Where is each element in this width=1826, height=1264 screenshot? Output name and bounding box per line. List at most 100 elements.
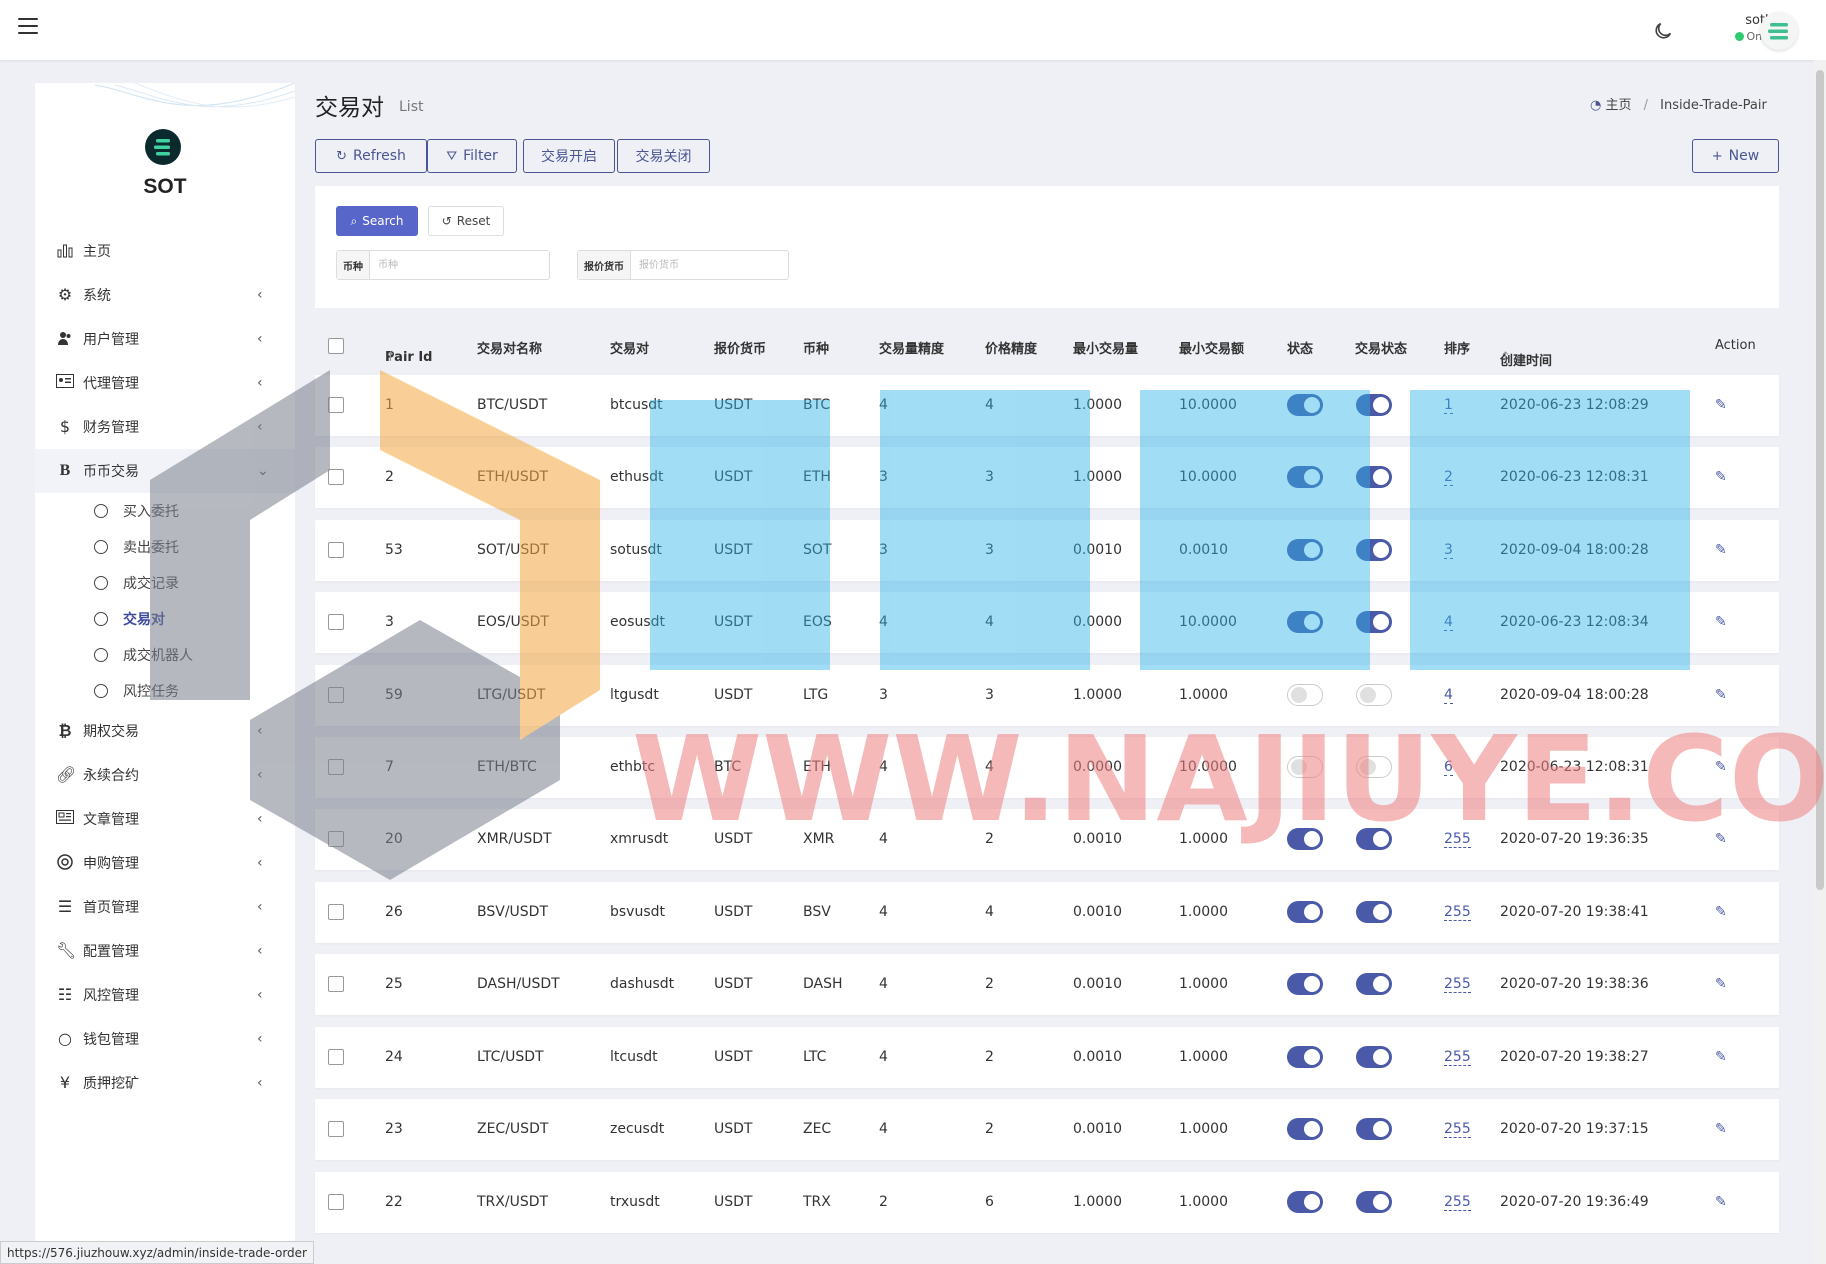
status-toggle[interactable] xyxy=(1287,756,1323,778)
row-checkbox[interactable] xyxy=(328,759,344,775)
sort-editable[interactable]: 255 xyxy=(1444,831,1471,848)
sidebar-item-system[interactable]: ⚙ 系统 ‹ xyxy=(35,273,295,317)
cell-pair-name: BSV/USDT xyxy=(477,904,549,920)
row-checkbox[interactable] xyxy=(328,831,344,847)
sidebar-item-subscription[interactable]: 申购管理 ‹ xyxy=(35,841,295,885)
edit-icon[interactable]: ✎ xyxy=(1715,1194,1727,1210)
sidebar-subitem-trade-records[interactable]: 成交记录 xyxy=(35,565,295,601)
row-checkbox[interactable] xyxy=(328,976,344,992)
refresh-button[interactable]: ↻ Refresh xyxy=(315,139,427,173)
trade-status-toggle[interactable] xyxy=(1356,901,1392,923)
trade-status-toggle[interactable] xyxy=(1356,1118,1392,1140)
row-checkbox[interactable] xyxy=(328,469,344,485)
status-toggle[interactable] xyxy=(1287,394,1323,416)
row-checkbox[interactable] xyxy=(328,1049,344,1065)
status-toggle[interactable] xyxy=(1287,828,1323,850)
edit-icon[interactable]: ✎ xyxy=(1715,759,1727,775)
trade-status-toggle[interactable] xyxy=(1356,466,1392,488)
sidebar-subitem-buy-orders[interactable]: 买入委托 xyxy=(35,493,295,529)
sort-editable[interactable]: 3 xyxy=(1444,542,1453,559)
breadcrumb-home[interactable]: 主页 xyxy=(1605,98,1631,113)
trade-status-toggle[interactable] xyxy=(1356,1046,1392,1068)
edit-icon[interactable]: ✎ xyxy=(1715,614,1727,630)
status-toggle[interactable] xyxy=(1287,901,1323,923)
edit-icon[interactable]: ✎ xyxy=(1715,1121,1727,1137)
trade-status-toggle[interactable] xyxy=(1356,756,1392,778)
trade-status-toggle[interactable] xyxy=(1356,611,1392,633)
sidebar-item-mining[interactable]: ¥ 质押挖矿 ‹ xyxy=(35,1061,295,1105)
sidebar-item-agents[interactable]: 代理管理 ‹ xyxy=(35,361,295,405)
sidebar-item-home[interactable]: 主页 xyxy=(35,229,295,273)
sort-editable[interactable]: 1 xyxy=(1444,397,1453,414)
sidebar-item-homepage[interactable]: ☰ 首页管理 ‹ xyxy=(35,885,295,929)
sidebar-item-finance[interactable]: $ 财务管理 ‹ xyxy=(35,405,295,449)
sort-editable[interactable]: 4 xyxy=(1444,614,1453,631)
row-checkbox[interactable] xyxy=(328,397,344,413)
sidebar-item-risk[interactable]: ☷ 风控管理 ‹ xyxy=(35,973,295,1017)
trade-open-button[interactable]: 交易开启 xyxy=(523,139,615,173)
search-button[interactable]: ⌕ Search xyxy=(336,206,418,236)
sort-editable[interactable]: 255 xyxy=(1444,1049,1471,1066)
sort-editable[interactable]: 2 xyxy=(1444,469,1453,486)
status-toggle[interactable] xyxy=(1287,611,1323,633)
trade-status-toggle[interactable] xyxy=(1356,394,1392,416)
chevron-left-icon: ‹ xyxy=(257,1031,263,1047)
row-checkbox[interactable] xyxy=(328,542,344,558)
row-checkbox[interactable] xyxy=(328,1121,344,1137)
status-toggle[interactable] xyxy=(1287,1046,1323,1068)
sort-editable[interactable]: 255 xyxy=(1444,904,1471,921)
sort-editable[interactable]: 255 xyxy=(1444,1121,1471,1138)
trade-status-toggle[interactable] xyxy=(1356,539,1392,561)
coin-filter-input[interactable] xyxy=(370,251,546,279)
avatar[interactable] xyxy=(1760,12,1798,50)
row-checkbox[interactable] xyxy=(328,904,344,920)
sidebar-item-coin-trade[interactable]: B 币币交易 ⌄ xyxy=(35,449,295,493)
trade-status-toggle[interactable] xyxy=(1356,828,1392,850)
row-checkbox[interactable] xyxy=(328,1194,344,1210)
row-checkbox[interactable] xyxy=(328,614,344,630)
hamburger-menu-icon[interactable] xyxy=(18,18,38,36)
quote-filter-input[interactable] xyxy=(631,251,787,279)
filter-button[interactable]: ⛛ Filter xyxy=(427,139,517,173)
dark-mode-moon-icon[interactable] xyxy=(1652,20,1674,42)
status-toggle[interactable] xyxy=(1287,539,1323,561)
sidebar-subitem-risk-tasks[interactable]: 风控任务 xyxy=(35,673,295,709)
sidebar-item-options[interactable]: ₿ 期权交易 ‹ xyxy=(35,709,295,753)
trade-status-toggle[interactable] xyxy=(1356,1191,1392,1213)
sidebar-item-wallet[interactable]: ○ 钱包管理 ‹ xyxy=(35,1017,295,1061)
status-toggle[interactable] xyxy=(1287,466,1323,488)
sidebar-item-perpetual[interactable]: 🔗︎ 永续合约 ‹ xyxy=(35,753,295,797)
sidebar-subitem-sell-orders[interactable]: 卖出委托 xyxy=(35,529,295,565)
edit-icon[interactable]: ✎ xyxy=(1715,687,1727,703)
scrollbar-thumb[interactable] xyxy=(1816,70,1824,890)
trade-status-toggle[interactable] xyxy=(1356,973,1392,995)
sidebar-item-config[interactable]: 🔧︎ 配置管理 ‹ xyxy=(35,929,295,973)
edit-icon[interactable]: ✎ xyxy=(1715,1049,1727,1065)
edit-icon[interactable]: ✎ xyxy=(1715,976,1727,992)
edit-icon[interactable]: ✎ xyxy=(1715,542,1727,558)
page-scrollbar[interactable] xyxy=(1814,60,1826,1264)
row-checkbox[interactable] xyxy=(328,687,344,703)
new-button[interactable]: + New xyxy=(1692,139,1779,173)
sidebar-subitem-trade-pairs[interactable]: 交易对 xyxy=(35,601,295,637)
sort-editable[interactable]: 255 xyxy=(1444,976,1471,993)
sidebar-subitem-trade-robot[interactable]: 成交机器人 xyxy=(35,637,295,673)
sort-editable[interactable]: 4 xyxy=(1444,687,1453,704)
edit-icon[interactable]: ✎ xyxy=(1715,904,1727,920)
sidebar-item-users[interactable]: 用户管理 ‹ xyxy=(35,317,295,361)
status-toggle[interactable] xyxy=(1287,1191,1323,1213)
cell-volume-precision: 2 xyxy=(879,1194,888,1210)
trade-close-button[interactable]: 交易关闭 xyxy=(617,139,710,173)
select-all-checkbox[interactable] xyxy=(328,338,344,354)
status-toggle[interactable] xyxy=(1287,684,1323,706)
edit-icon[interactable]: ✎ xyxy=(1715,831,1727,847)
sort-editable[interactable]: 255 xyxy=(1444,1194,1471,1211)
sidebar-item-articles[interactable]: 文章管理 ‹ xyxy=(35,797,295,841)
edit-icon[interactable]: ✎ xyxy=(1715,469,1727,485)
status-toggle[interactable] xyxy=(1287,1118,1323,1140)
edit-icon[interactable]: ✎ xyxy=(1715,397,1727,413)
sort-editable[interactable]: 6 xyxy=(1444,759,1453,776)
trade-status-toggle[interactable] xyxy=(1356,684,1392,706)
status-toggle[interactable] xyxy=(1287,973,1323,995)
reset-button[interactable]: ↺ Reset xyxy=(428,206,504,236)
